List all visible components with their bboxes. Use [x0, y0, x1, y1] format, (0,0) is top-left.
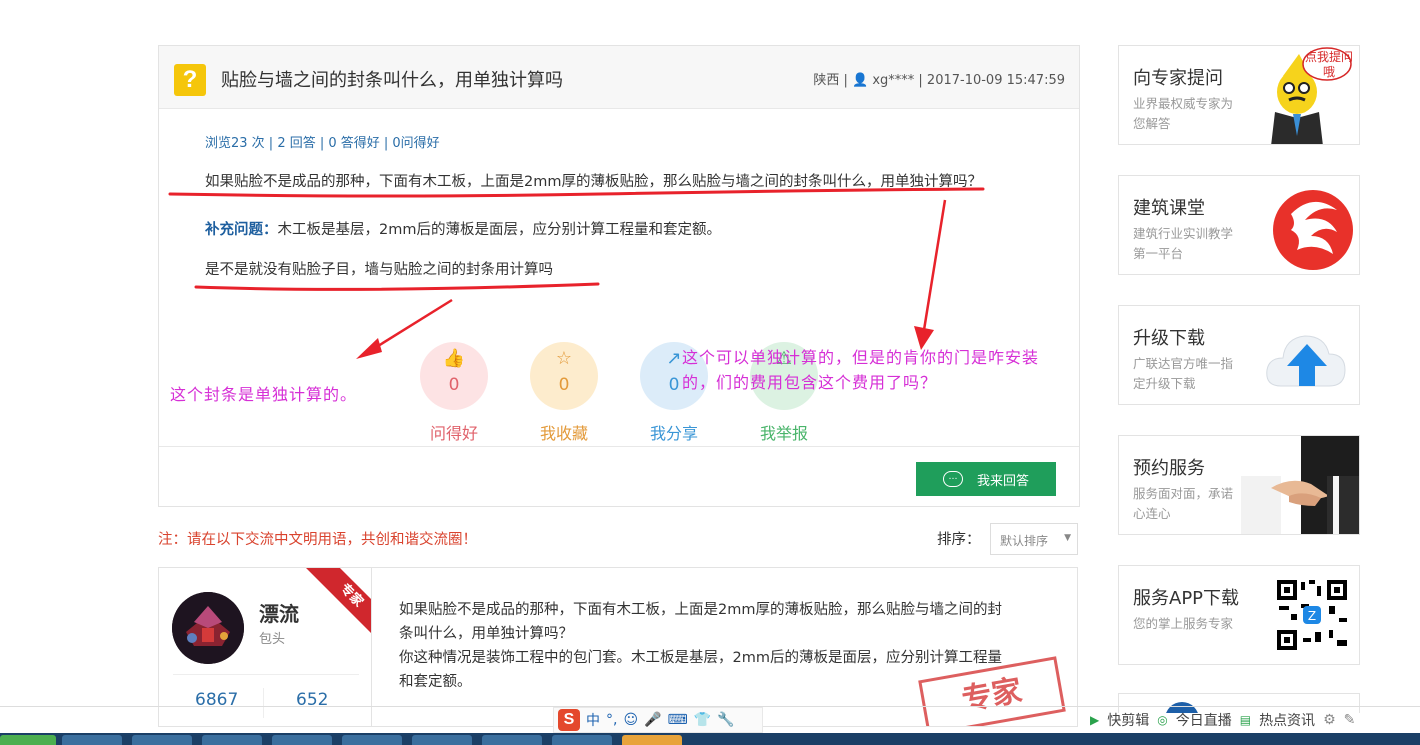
logo-icon: [1257, 184, 1353, 272]
civility-notice: 注：请在以下交流中文明用语，共创和谐交流圈！: [158, 532, 477, 548]
sidebar-desc: 您的掌上服务专家: [1133, 616, 1234, 631]
news-icon: ▤: [1239, 713, 1252, 727]
live-icon: ◎: [1157, 713, 1168, 727]
answerer-divider: [173, 674, 359, 675]
answer-button-label: 我来回答: [976, 473, 1029, 489]
mascot-icon: 点我提问哦: [1257, 47, 1353, 144]
ime-punct[interactable]: °,: [606, 712, 617, 728]
sidebar-desc: 广联达官方唯一指定升级下载: [1133, 356, 1234, 391]
emoji-icon[interactable]: ☺: [623, 712, 638, 728]
skin-icon[interactable]: 👕: [694, 712, 711, 728]
taskbar-app-7[interactable]: [482, 735, 542, 745]
start-button[interactable]: [0, 735, 56, 745]
sidebar-desc: 服务面对面，承诺心连心: [1133, 486, 1234, 521]
sidebar-title: 建筑课堂: [1133, 198, 1205, 219]
supplement-question: 补充问题：木工板是基层，2mm后的薄板是面层，应分别计算工程量和套定额。: [205, 218, 721, 239]
answer-content: 你这种情况是装饰工程中的包门套。木工板是基层，2mm后的薄板是面层，应分别计算工…: [399, 650, 1002, 690]
sogou-logo-icon[interactable]: S: [558, 709, 580, 731]
taskbar-app-4[interactable]: [272, 735, 332, 745]
ime-toolbar[interactable]: S 中 °, ☺ 🎤 ⌨ 👕 🔧: [553, 707, 763, 733]
keyboard-icon[interactable]: ⌨: [668, 712, 688, 728]
question-title: 贴脸与墙之间的封条叫什么，用单独计算吗: [221, 70, 563, 91]
favorite-label: 我收藏: [539, 424, 588, 443]
taskbar-app-3[interactable]: [202, 735, 262, 745]
avatar[interactable]: [172, 592, 244, 664]
taskbar-app-1[interactable]: [62, 735, 122, 745]
news-link[interactable]: 热点资讯: [1259, 710, 1315, 730]
annotation-right-line1: 这个可以单独计算的，但是的肯你的门是咋安装: [682, 348, 1040, 367]
expert-ribbon: 专家: [300, 568, 371, 647]
quick-clip-link[interactable]: 快剪辑: [1107, 710, 1149, 730]
sidebar-title: 预约服务: [1133, 458, 1205, 479]
annotation-right-line2: 的，们的费用包含这个费用了吗？: [682, 373, 938, 392]
answerer-location: 包头: [259, 632, 286, 647]
answer-card: 漂流 包头 专家 6867 652 如果贴脸不是成品的那种，下面有木工板，上面是…: [158, 567, 1078, 727]
sidebar-desc: 业界最权威专家为您解答: [1133, 96, 1234, 131]
caret-down-icon: ▼: [1064, 533, 1071, 543]
answer-button[interactable]: … 我来回答: [916, 462, 1056, 496]
taskbar-app-5[interactable]: [342, 735, 402, 745]
ask-good-label: 问得好: [429, 424, 478, 443]
sidebar-title: 向专家提问: [1133, 68, 1223, 89]
cloud-upload-icon: [1257, 314, 1353, 402]
supplement-label: 补充问题：: [205, 222, 278, 238]
video-clip-icon: ▶: [1090, 713, 1100, 727]
chat-bubble-icon: …: [942, 471, 963, 487]
taskbar-app-9[interactable]: [622, 735, 682, 745]
question-mark-icon: ?: [174, 64, 206, 96]
thumbs-up-icon: 👍: [442, 348, 466, 369]
tools-icon[interactable]: 🔧: [717, 712, 734, 728]
sidebar-upgrade-download[interactable]: 升级下载 广联达官方唯一指定升级下载: [1118, 305, 1360, 405]
sidebar-ask-expert[interactable]: 向专家提问 业界最权威专家为您解答 点我提问哦: [1118, 45, 1360, 145]
sidebar-title: 服务APP下载: [1133, 588, 1240, 609]
answerer-name[interactable]: 漂流: [259, 598, 299, 627]
annotation-left: 这个封条是单独计算的。: [170, 385, 358, 404]
qr-code-image: Z: [1275, 578, 1349, 652]
microphone-icon[interactable]: 🎤: [644, 712, 661, 728]
supplement-text: 木工板是基层，2mm后的薄板是面层，应分别计算工程量和套定额。: [277, 222, 721, 238]
ime-mode[interactable]: 中: [586, 710, 600, 730]
sidebar-booking-service[interactable]: 预约服务 服务面对面，承诺心连心: [1118, 435, 1360, 535]
count-divider: [263, 688, 264, 718]
card-divider: [159, 446, 1079, 447]
settings-icon[interactable]: ⚙: [1323, 712, 1336, 728]
question-card: ? 贴脸与墙之间的封条叫什么，用单独计算吗 陕西 | 👤 xg**** | 20…: [158, 45, 1080, 507]
supplement-question-2: 是不是就没有贴脸子目，墙与贴脸之间的封条用计算吗: [205, 262, 553, 278]
question-stats[interactable]: 浏览23 次 | 2 回答 | 0 答得好 | 0问得好: [205, 132, 440, 151]
sort-selected: 默认排序: [1000, 534, 1049, 548]
taskbar-app-6[interactable]: [412, 735, 472, 745]
report-label: 我举报: [759, 424, 808, 443]
question-header: ? 贴脸与墙之间的封条叫什么，用单独计算吗 陕西 | 👤 xg**** | 20…: [159, 46, 1079, 109]
ask-bubble-text: 点我提问哦: [1304, 50, 1353, 79]
question-body: 如果贴脸不是成品的那种，下面有木工板，上面是2mm厚的薄板贴脸，那么贴脸与墙之间…: [205, 174, 982, 190]
favorite-button[interactable]: ☆ 0 我收藏: [530, 342, 598, 443]
question-meta: 陕西 | 👤 xg**** | 2017-10-09 15:47:59: [813, 73, 1065, 88]
sidebar-building-class[interactable]: 建筑课堂 建筑行业实训教学第一平台: [1118, 175, 1360, 275]
live-link[interactable]: 今日直播: [1176, 710, 1232, 730]
svg-text:Z: Z: [1308, 609, 1316, 623]
favorite-count: 0: [558, 375, 570, 395]
sidebar-desc: 建筑行业实训教学第一平台: [1133, 226, 1234, 261]
pin-icon[interactable]: ✎: [1344, 712, 1356, 728]
sort-label: 排序：: [937, 532, 981, 548]
sort-select[interactable]: 默认排序 ▼: [990, 523, 1078, 555]
answer-quote: 如果贴脸不是成品的那种，下面有木工板，上面是2mm厚的薄板贴脸，那么贴脸与墙之间…: [399, 602, 1002, 642]
answerer-count-2[interactable]: 652: [296, 690, 328, 710]
ask-good-button[interactable]: 👍 0 问得好: [420, 342, 488, 443]
sidebar-app-download[interactable]: 服务APP下载 您的掌上服务专家 Z: [1118, 565, 1360, 665]
browser-status-bar: ▶ 快剪辑 ◎ 今日直播 ▤ 热点资讯 ⚙ ✎: [1090, 708, 1420, 732]
answerer-count-1[interactable]: 6867: [195, 690, 238, 710]
taskbar-app-8[interactable]: [552, 735, 612, 745]
star-icon: ☆: [555, 348, 573, 369]
answerer-panel: 漂流 包头 专家 6867 652: [159, 568, 372, 726]
taskbar-app-2[interactable]: [132, 735, 192, 745]
share-label: 我分享: [649, 424, 698, 443]
sidebar-title: 升级下载: [1133, 328, 1205, 349]
handshake-image: [1241, 436, 1359, 534]
ask-good-count: 0: [448, 375, 460, 395]
